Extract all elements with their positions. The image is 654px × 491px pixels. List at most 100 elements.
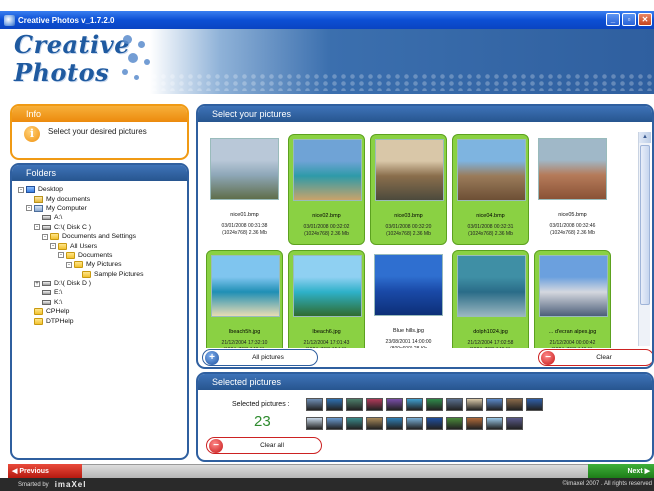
folder-tree-label: Documents and Settings [62,233,137,241]
folder-tree-label: E:\ [54,289,63,297]
photo-image [539,255,608,317]
picture-filename: nice04.bmp [476,213,505,219]
folder-tree-item[interactable]: E:\ [18,288,187,297]
folder-icon [34,317,43,325]
picture-thumbnail[interactable]: Ibeach5h.jpg 21/12/2004 17:32:10 (1024x76… [206,250,283,348]
folder-tree-item[interactable]: - My Pictures [18,260,187,269]
navigation-bar [8,464,654,478]
expand-icon[interactable]: + [34,280,40,287]
footer: Smarted by imaXel ©imaxel 2007 . All rig… [0,478,654,491]
folder-tree-item[interactable]: Sample Pictures [18,270,187,279]
drive-icon [42,215,51,221]
folder-tree-item[interactable]: - Documents [18,251,187,260]
minus-icon: − [541,350,555,365]
info-heading: Info [12,106,187,122]
selected-thumbnail [366,398,383,411]
all-pictures-label: All pictures [252,354,284,361]
logo-bubble [144,59,150,65]
folder-tree-label: Sample Pictures [94,270,144,278]
drive-icon [42,224,51,230]
folder-tree-item[interactable]: K:\ [18,298,187,307]
collapse-icon[interactable]: - [34,224,40,231]
window-title-bar[interactable]: Creative Photos v_1.7.2.0 _ ▫ ✕ [0,11,654,29]
picture-grid[interactable]: nice01.bmp 03/01/2008 00:31:38 (1024x768)… [202,132,638,348]
drive-icon [42,281,51,287]
picture-thumbnail[interactable]: Blue hills.jpg 23/08/2001 14:00:00 (800x6… [370,250,447,348]
folder-tree-label: K:\ [54,298,63,306]
picture-details: 21/12/2004 17:32:10 (1024x768) 148 Kb [221,340,268,348]
picture-thumbnail[interactable]: nice02.bmp 03/01/2008 00:32:02 (1024x768)… [288,134,365,245]
close-button[interactable]: ✕ [638,13,652,26]
picture-details: 21/12/2004 17:02:58 (1024x768) 140 Kb [467,340,514,348]
collapse-icon[interactable]: - [42,233,48,240]
info-icon: i [24,126,40,142]
scroll-thumb[interactable] [640,145,650,305]
selected-thumbnail [406,417,423,430]
folder-tree-item[interactable]: - All Users [18,241,187,250]
photo-image [210,138,279,200]
selected-thumbnail [506,417,523,430]
folder-tree-item[interactable]: A:\ [18,213,187,222]
folder-tree-item[interactable]: - C:\( Disk C ) [18,223,187,232]
arrow-left-icon: ◀ [12,468,20,475]
smarted-by-label: Smarted by [18,481,49,488]
plus-icon: + [205,350,219,365]
picture-grid-scrollbar[interactable]: ▲ [638,132,651,346]
select-pictures-panel: Select your pictures nice01.bmp 03/01/200… [196,104,654,369]
folder-tree-label: CPHelp [46,308,70,316]
folder-tree-item[interactable]: - Documents and Settings [18,232,187,241]
folder-tree-item[interactable]: CPHelp [18,307,187,316]
all-pictures-button[interactable]: + All pictures [202,349,318,366]
photo-image [293,139,362,201]
collapse-icon[interactable]: - [58,252,64,259]
folder-tree-label: A:\ [54,214,63,222]
collapse-icon[interactable]: - [18,186,24,193]
picture-thumbnail[interactable]: nice04.bmp 03/01/2008 00:32:31 (1024x768)… [452,134,529,245]
photo-image [538,138,607,200]
picture-thumbnail[interactable]: nice01.bmp 03/01/2008 00:31:38 (1024x768)… [206,134,283,245]
selected-thumbnail [446,398,463,411]
picture-filename: nice05.bmp [558,212,587,218]
picture-thumbnail[interactable]: ... d'ecran alpes.jpg 21/12/2004 00:00:42… [534,250,611,348]
next-button[interactable]: Next ▶ [588,464,654,478]
folder-tree-item[interactable]: - My Computer [18,204,187,213]
picture-thumbnail[interactable]: dolph1024.jpg 21/12/2004 17:02:58 (1024x7… [452,250,529,348]
picture-details: 03/01/2008 00:32:20 (1024x768) 2.36 Mb [385,224,432,237]
selected-thumbnail [346,417,363,430]
selected-thumbnail [406,398,423,411]
previous-button[interactable]: ◀ Previous [8,464,82,478]
previous-label: Previous [19,467,49,475]
logo-bubble [138,41,145,48]
folder-tree[interactable]: - Desktop My documents - My Computer A:\ - C:\(… [12,181,187,326]
scroll-up-icon[interactable]: ▲ [639,132,651,143]
maximize-button[interactable]: ▫ [622,13,636,26]
collapse-icon[interactable]: - [66,261,72,268]
folder-tree-label: C:\( Disk C ) [54,223,92,231]
info-panel: Info i Select your desired pictures [10,104,189,160]
folder-icon [50,233,59,241]
photo-image [457,139,526,201]
copyright-text: ©imaxel 2007 . All rights reserved [562,481,652,487]
collapse-icon[interactable]: - [26,205,32,212]
picture-thumbnail[interactable]: nice05.bmp 03/01/2008 00:32:46 (1024x768)… [534,134,611,245]
folder-tree-item[interactable]: My documents [18,194,187,203]
next-label: Next [627,467,643,475]
minimize-button[interactable]: _ [606,13,620,26]
folder-tree-item[interactable]: - Desktop [18,185,187,194]
selected-count: 23 [254,413,271,430]
picture-filename: nice01.bmp [230,212,259,218]
clear-all-button[interactable]: − Clear all [206,437,322,454]
window-title: Creative Photos v_1.7.2.0 [18,15,115,25]
clear-button[interactable]: − Clear [538,349,652,366]
photo-image [374,254,443,316]
selected-pictures-heading: Selected pictures [198,374,652,390]
drive-icon [42,290,51,296]
picture-thumbnail[interactable]: Ibeach6.jpg 21/12/2004 17:01:43 (1024x768… [288,250,365,348]
logo-bubble [123,35,132,44]
folder-tree-item[interactable]: DTPHelp [18,316,187,325]
picture-thumbnail[interactable]: nice03.bmp 03/01/2008 00:32:20 (1024x768)… [370,134,447,245]
collapse-icon[interactable]: - [50,243,56,250]
selected-pictures-panel: Selected pictures Selected pictures : 23… [196,372,654,462]
folder-tree-item[interactable]: + D:\( Disk D ) [18,279,187,288]
selected-thumbnail [466,417,483,430]
